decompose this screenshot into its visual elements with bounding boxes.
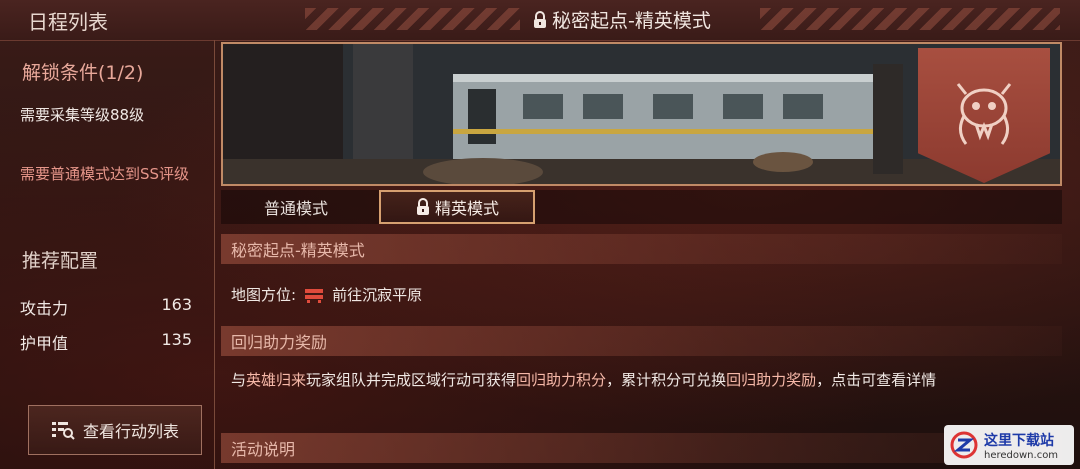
requirement-level: 需要采集等级88级 [20,106,145,124]
watermark-cn: 这里下载站 [984,432,1054,449]
top-bar: 日程列表 秘密起点-精英模式 [0,0,1080,41]
section-stage-name-label: 秘密起点-精英模式 [231,241,365,260]
section-return-reward: 回归助力奖励 [221,326,1062,356]
tab-normal-mode[interactable]: 普通模式 [221,190,371,224]
unlock-conditions-title: 解锁条件(1/2) [22,62,144,84]
stat-label: 护甲值 [20,334,69,353]
reward-highlight-hero-return: 英雄归来 [246,371,307,389]
view-actions-label: 查看行动列表 [82,422,179,441]
watermark-en: heredown.com [984,449,1059,461]
section-stage-name: 秘密起点-精英模式 [221,234,1062,264]
main-panel: 普通模式 精英模式 秘密起点-精英模式 地图方位: 前往沉寂平原 回归助力奖励 … [214,40,1069,469]
section-return-reward-label: 回归助力奖励 [231,333,328,352]
reward-highlight-points: 回归助力积分 [516,371,607,389]
watermark-logo-icon [950,431,978,459]
mode-title-text: 秘密起点-精英模式 [552,10,711,32]
watermark: 这里下载站 heredown.com [944,425,1074,465]
stat-value: 163 [161,295,192,314]
mode-tabs: 普通模式 精英模式 [221,190,1062,224]
map-location-value: 前往沉寂平原 [332,286,423,304]
lock-icon [416,198,429,215]
section-activity-description[interactable]: 活动说明 [221,433,1062,463]
list-search-icon [51,422,75,440]
decor-stripes-left [305,8,520,30]
decor-stripes-right [760,8,1060,30]
stat-label: 攻击力 [20,299,69,318]
map-marker-icon [305,288,324,303]
reward-text: 玩家组队并完成区域行动可获得 [306,371,517,389]
map-location-row[interactable]: 地图方位: 前往沉寂平原 [231,284,422,305]
reward-text: ，累计积分可兑换 [606,371,727,389]
reward-text: ，点击可查看详情 [816,371,937,389]
left-panel: 解锁条件(1/2) 需要采集等级88级 需要普通模式达到SS评级 推荐配置 攻击… [0,40,212,469]
mode-title: 秘密起点-精英模式 [532,6,711,33]
section-activity-label: 活动说明 [231,440,296,459]
stat-value: 135 [161,330,192,349]
stat-row-armor: 护甲值 135 [20,330,192,354]
map-banner [221,42,1062,186]
boss-skull-icon [956,82,1012,145]
requirement-ss-rank: 需要普通模式达到SS评级 [20,165,190,183]
lock-icon [534,10,546,28]
tab-elite-mode[interactable]: 精英模式 [379,190,535,224]
tab-normal-label: 普通模式 [263,199,328,218]
watermark-text: 这里下载站 heredown.com [984,430,1058,461]
reward-description[interactable]: 与英雄归来玩家组队并完成区域行动可获得回归助力积分，累计积分可兑换回归助力奖励，… [231,368,1051,392]
reward-highlight-reward: 回归助力奖励 [726,371,817,389]
reward-text: 与 [231,371,247,389]
stat-row-attack: 攻击力 163 [20,295,192,319]
schedule-list-title: 日程列表 [28,10,108,34]
recommended-config-title: 推荐配置 [22,250,99,272]
map-location-label: 地图方位: [231,286,297,304]
view-actions-button[interactable]: 查看行动列表 [28,405,202,455]
tab-elite-label: 精英模式 [434,199,499,218]
